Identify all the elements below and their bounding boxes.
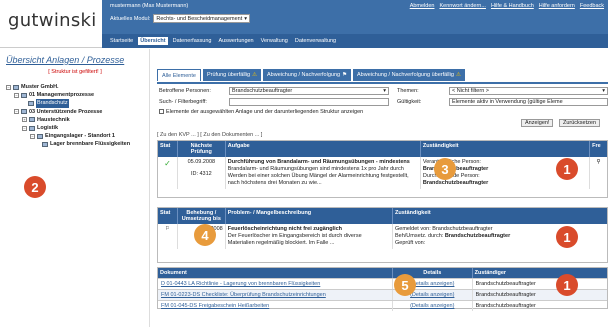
structure-panel: Übersicht Anlagen / Prozesse [ Struktur … <box>0 49 150 327</box>
collapse-icon: − <box>14 92 19 98</box>
search-label: Such- / Filterbegriff: <box>159 99 207 105</box>
tree-item[interactable]: −01 Managementprozesse <box>6 91 130 99</box>
persons-select[interactable]: Brandschutzbeauftragter ▾ <box>229 87 389 95</box>
annotation-badge: 1 <box>556 274 578 296</box>
collapse-icon: − <box>6 84 11 90</box>
tab-all[interactable]: Alle Elemente <box>157 69 201 81</box>
filter-panel: Betroffene Personen: Brandschutzbeauftra… <box>157 82 608 130</box>
table-row[interactable]: FM 01-0223-DS Checkliste: Überprüfung Br… <box>158 289 607 300</box>
annotation-badge: 5 <box>394 274 416 296</box>
tree-item[interactable]: − Muster GmbH. <box>6 83 130 91</box>
themes-select[interactable]: < Nicht filtern > ▾ <box>449 87 608 95</box>
flag-icon: ⚑ <box>342 72 348 78</box>
nav-data-entry[interactable]: Datenerfassung <box>171 37 214 45</box>
tree-item[interactable]: − Eingangslager - Standort 1 <box>6 132 130 140</box>
folder-icon <box>37 133 43 139</box>
change-password-link[interactable]: Kennwort ändern... <box>439 3 485 9</box>
annotation-badge: 1 <box>556 226 578 248</box>
annotation-badge: 2 <box>24 176 46 198</box>
tab-deviation[interactable]: Abweichung / Nachverfolgung ⚑ <box>263 69 352 81</box>
show-button[interactable]: Anzeigen! <box>521 119 554 127</box>
validity-select[interactable]: Elemente aktiv in Verwendung (gültige El… <box>449 98 608 106</box>
chevron-down-icon: ▾ <box>244 15 248 22</box>
folder-icon <box>21 92 27 98</box>
collapse-icon: − <box>30 133 35 139</box>
main-nav: Startseite Übersicht Datenerfassung Ausw… <box>102 34 608 48</box>
folder-icon <box>28 101 34 106</box>
tasks-table: Stat Nächste Prüfung Aufgabe Zuständigke… <box>157 140 608 198</box>
deviations-table-header: Stat Behebung / Umsetzung bis Problem- /… <box>158 208 607 224</box>
nav-overview[interactable]: Übersicht <box>138 37 168 45</box>
tree-item[interactable]: Lager brennbare Flüssigkeiten <box>6 140 130 148</box>
top-links: Abmelden Kennwort ändern... Hilfe & Hand… <box>410 3 604 9</box>
nav-reports[interactable]: Auswertungen <box>216 37 255 45</box>
tab-deviation-overdue[interactable]: Abweichung / Nachverfolgung überfällig ⚠ <box>353 69 465 81</box>
table-row[interactable]: ✓ 05.09.2008 ID: 4312 Durchführung von Br… <box>158 157 607 189</box>
folder-icon <box>21 109 27 115</box>
main-content: Alle Elemente Prüfung überfällig ⚠ Abweic… <box>153 49 608 327</box>
details-link[interactable]: (Details anzeigen) <box>393 301 473 311</box>
table-row[interactable]: ⚐ 2008 Feuerlöscheinrichtung nicht frei … <box>158 224 607 249</box>
tasks-table-header: Stat Nächste Prüfung Aufgabe Zuständigke… <box>158 141 607 157</box>
module-select[interactable]: Rechts- und Bescheidmanagement ▾ <box>153 14 251 23</box>
tree-item[interactable]: + Haustechnik <box>6 116 130 124</box>
tree-item[interactable]: Brandschutz <box>6 99 130 108</box>
documents-table-header: Dokument Details Zuständiger <box>158 268 607 278</box>
filter-notice: [ Struktur ist gefiltert! ] <box>48 69 102 75</box>
filter-tabs: Alle Elemente Prüfung überfällig ⚠ Abweic… <box>157 69 608 81</box>
collapse-icon: − <box>22 125 27 131</box>
top-bar: mustermann (Max Mustermann) Aktuelles Mo… <box>102 0 608 34</box>
quick-links[interactable]: [ Zu den KVP ... ] [ Zu den Dokumenten .… <box>157 132 262 138</box>
logout-link[interactable]: Abmelden <box>410 3 435 9</box>
nav-data-management[interactable]: Datenverwaltung <box>293 37 338 45</box>
themes-label: Themen: <box>397 88 419 94</box>
folder-icon <box>29 117 35 123</box>
structure-checkbox[interactable] <box>159 109 164 115</box>
tree-item[interactable]: −03 Unterstützende Prozesse <box>6 108 130 116</box>
tree-item[interactable]: − Logistik <box>6 124 130 132</box>
current-user: mustermann (Max Mustermann) <box>110 3 189 9</box>
app-header: gutwinski mustermann (Max Mustermann) Ak… <box>0 0 608 48</box>
collapse-icon: − <box>14 109 19 115</box>
expand-icon: + <box>22 117 27 123</box>
nav-administration[interactable]: Verwaltung <box>259 37 290 45</box>
table-row[interactable]: D 01-0443 LA Richtlinie - Lagerung von b… <box>158 278 607 289</box>
folder-icon <box>42 142 48 148</box>
module-selector-row: Aktuelles Modul: Rechts- und Bescheidman… <box>110 14 251 23</box>
chevron-down-icon: ▾ <box>383 88 386 94</box>
persons-label: Betroffene Personen: <box>159 88 211 94</box>
structure-tree: − Muster GmbH. −01 Managementprozesse Bra… <box>6 83 130 149</box>
module-label: Aktuelles Modul: <box>110 15 151 22</box>
warning-icon: ⚠ <box>252 72 257 78</box>
request-help-link[interactable]: Hilfe anfordern <box>539 3 575 9</box>
check-icon: ✓ <box>164 159 171 168</box>
folder-icon <box>29 125 35 131</box>
tab-overdue[interactable]: Prüfung überfällig ⚠ <box>202 69 261 81</box>
annotation-badge: 3 <box>434 158 456 180</box>
annotation-badge: 4 <box>194 224 216 246</box>
app-logo: gutwinski <box>8 10 97 31</box>
structure-checkbox-row[interactable]: Elemente der ausgewählten Anlage und der… <box>159 109 363 115</box>
annotation-badge: 1 <box>556 158 578 180</box>
documents-table: Dokument Details Zuständiger D 01-0443 L… <box>157 267 608 311</box>
reset-button[interactable]: Zurücksetzen <box>559 119 601 127</box>
validity-label: Gültigkeit: <box>397 99 422 105</box>
folder-icon <box>13 84 19 90</box>
search-icon[interactable]: ⚲ <box>590 157 607 189</box>
deviations-table: Stat Behebung / Umsetzung bis Problem- /… <box>157 207 608 263</box>
warning-icon: ⚠ <box>455 72 461 78</box>
nav-start[interactable]: Startseite <box>108 37 135 45</box>
chevron-down-icon: ▾ <box>602 88 605 94</box>
search-input[interactable] <box>229 98 389 106</box>
feedback-link[interactable]: Feedback <box>580 3 604 9</box>
help-manual-link[interactable]: Hilfe & Handbuch <box>491 3 534 9</box>
flag-icon: ⚐ <box>158 224 178 249</box>
panel-title[interactable]: Übersicht Anlagen / Prozesse <box>6 55 124 65</box>
table-row[interactable]: FM 01-045-DS Freigabeschein Heißarbeiten… <box>158 300 607 311</box>
